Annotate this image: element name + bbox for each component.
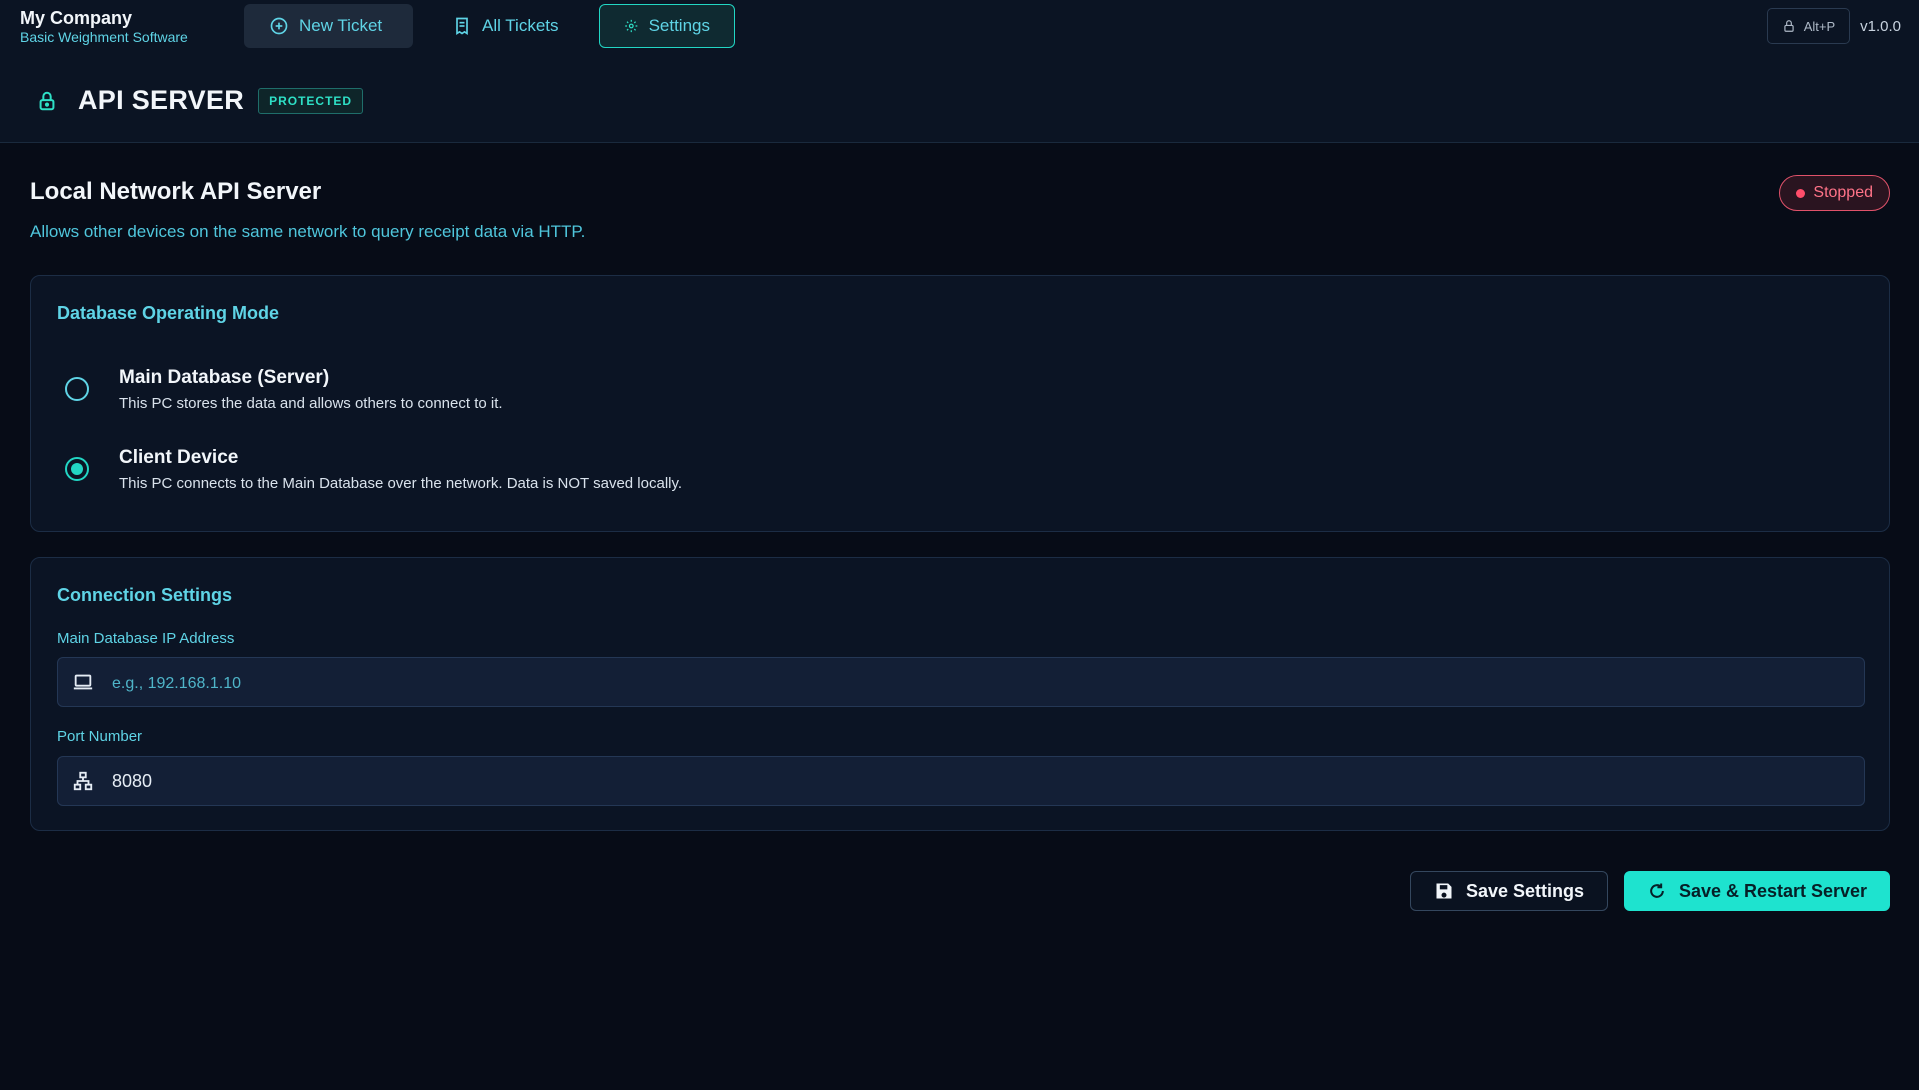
app-subtitle: Basic Weighment Software — [20, 29, 188, 45]
status-label: Stopped — [1813, 184, 1873, 201]
port-number-input[interactable] — [112, 757, 1854, 805]
top-right-area: Alt+P v1.0.0 — [1766, 8, 1901, 44]
brand: My Company Basic Weighment Software — [20, 8, 188, 46]
refresh-icon — [1650, 883, 1664, 898]
save-restart-label: Save & Restart Server — [1678, 880, 1868, 901]
save-restart-server-button[interactable]: Save & Restart Server — [1624, 871, 1890, 911]
ip-address-label: Main Database IP Address — [57, 630, 235, 647]
mode-client-description: This PC connects to the Main Database ov… — [119, 475, 683, 492]
nav-settings-label: Settings — [648, 16, 710, 35]
mode-option-server[interactable]: Main Database (Server) This PC stores th… — [65, 367, 503, 412]
laptop-icon — [73, 674, 93, 690]
status-dot — [1796, 188, 1806, 198]
top-bar: My Company Basic Weighment Software New … — [0, 0, 1919, 143]
operating-mode-card: Database Operating Mode Main Database (S… — [30, 275, 1890, 532]
receipt-icon — [456, 17, 468, 36]
connection-settings-card: Connection Settings Main Database IP Add… — [30, 557, 1890, 831]
section-description: Allows other devices on the same network… — [30, 222, 586, 241]
mode-client-radio[interactable] — [65, 457, 89, 481]
company-name: My Company — [20, 8, 133, 28]
gear-icon — [625, 19, 638, 33]
page-title: API SERVER — [78, 85, 245, 115]
lock-icon — [39, 91, 55, 110]
mode-option-client[interactable]: Client Device This PC connects to the Ma… — [65, 447, 682, 492]
page-header: API SERVER PROTECTED — [36, 85, 364, 116]
nav-all-tickets-label: All Tickets — [482, 16, 559, 35]
floppy-disk-icon — [1436, 883, 1452, 899]
nav-settings-button[interactable]: Settings — [599, 4, 735, 48]
ip-address-field[interactable] — [57, 657, 1865, 707]
ip-address-input[interactable] — [112, 658, 1854, 706]
action-buttons: Save Settings Save & Restart Server — [1410, 871, 1890, 911]
lock-icon — [1784, 20, 1794, 32]
protected-badge: PROTECTED — [258, 87, 364, 114]
save-settings-button[interactable]: Save Settings — [1410, 871, 1608, 911]
mode-client-label: Client Device — [119, 447, 239, 468]
main-nav: New Ticket All Tickets Settings — [244, 4, 735, 48]
mode-server-radio[interactable] — [65, 377, 89, 401]
nav-all-tickets-button[interactable]: All Tickets — [427, 4, 585, 48]
connection-settings-title: Connection Settings — [57, 585, 232, 605]
section-title: Local Network API Server — [30, 178, 322, 205]
server-status-badge: Stopped — [1779, 175, 1890, 211]
mode-server-label: Main Database (Server) — [119, 367, 330, 388]
port-number-field[interactable] — [57, 756, 1865, 806]
plus-circle-icon — [270, 17, 288, 35]
shortcut-label: Alt+P — [1803, 18, 1836, 34]
save-settings-label: Save Settings — [1465, 880, 1585, 901]
nav-new-ticket-button[interactable]: New Ticket — [244, 4, 413, 48]
admin-lock-button[interactable]: Alt+P — [1766, 8, 1851, 44]
operating-mode-title: Database Operating Mode — [57, 303, 280, 323]
port-number-label: Port Number — [57, 728, 143, 745]
nav-new-ticket-label: New Ticket — [299, 16, 383, 35]
mode-server-description: This PC stores the data and allows other… — [119, 395, 503, 412]
network-icon — [73, 771, 93, 791]
version-label: v1.0.0 — [1860, 17, 1901, 35]
